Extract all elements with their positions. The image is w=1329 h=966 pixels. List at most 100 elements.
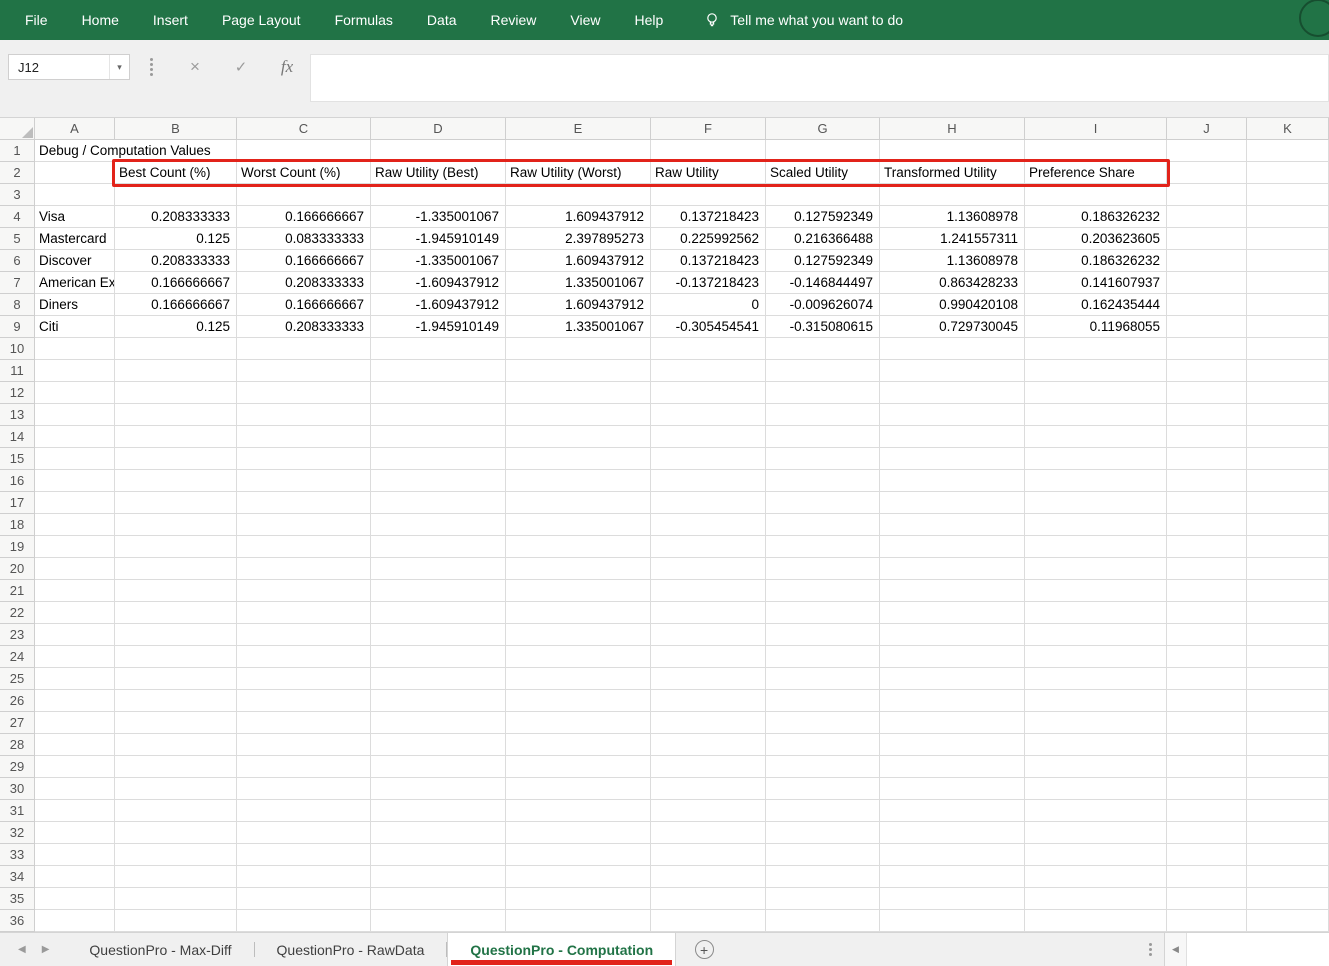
cell-E32[interactable] [506, 822, 651, 844]
cell-I26[interactable] [1025, 690, 1167, 712]
cell-A22[interactable] [35, 602, 115, 624]
cell-J10[interactable] [1167, 338, 1247, 360]
cell-K30[interactable] [1247, 778, 1329, 800]
cell-G26[interactable] [766, 690, 880, 712]
cell-B16[interactable] [115, 470, 237, 492]
cell-C8[interactable]: 0.166666667 [237, 294, 371, 316]
cell-D10[interactable] [371, 338, 506, 360]
cell-B27[interactable] [115, 712, 237, 734]
cell-G32[interactable] [766, 822, 880, 844]
cell-H14[interactable] [880, 426, 1025, 448]
cell-F8[interactable]: 0 [651, 294, 766, 316]
cell-C26[interactable] [237, 690, 371, 712]
cell-D27[interactable] [371, 712, 506, 734]
cell-F13[interactable] [651, 404, 766, 426]
cell-K18[interactable] [1247, 514, 1329, 536]
cell-G11[interactable] [766, 360, 880, 382]
cell-K5[interactable] [1247, 228, 1329, 250]
cell-I5[interactable]: 0.203623605 [1025, 228, 1167, 250]
cell-K20[interactable] [1247, 558, 1329, 580]
cell-I3[interactable] [1025, 184, 1167, 206]
cell-D31[interactable] [371, 800, 506, 822]
cell-G28[interactable] [766, 734, 880, 756]
cell-K31[interactable] [1247, 800, 1329, 822]
cell-H1[interactable] [880, 140, 1025, 162]
cell-A32[interactable] [35, 822, 115, 844]
cell-G9[interactable]: -0.315080615 [766, 316, 880, 338]
cell-E27[interactable] [506, 712, 651, 734]
cell-J31[interactable] [1167, 800, 1247, 822]
cell-G10[interactable] [766, 338, 880, 360]
cell-H3[interactable] [880, 184, 1025, 206]
cell-C33[interactable] [237, 844, 371, 866]
cell-B7[interactable]: 0.166666667 [115, 272, 237, 294]
cell-F27[interactable] [651, 712, 766, 734]
row-header-23[interactable]: 23 [0, 624, 35, 646]
cell-E2[interactable]: Raw Utility (Worst) [506, 162, 651, 184]
cell-K1[interactable] [1247, 140, 1329, 162]
cell-H32[interactable] [880, 822, 1025, 844]
column-header-F[interactable]: F [651, 118, 766, 140]
tab-scroll-right-icon[interactable]: ▶ [42, 944, 50, 955]
cell-D7[interactable]: -1.609437912 [371, 272, 506, 294]
cell-B17[interactable] [115, 492, 237, 514]
cell-E1[interactable] [506, 140, 651, 162]
cell-J22[interactable] [1167, 602, 1247, 624]
cell-K17[interactable] [1247, 492, 1329, 514]
cell-H10[interactable] [880, 338, 1025, 360]
cell-B34[interactable] [115, 866, 237, 888]
cell-I19[interactable] [1025, 536, 1167, 558]
cell-I29[interactable] [1025, 756, 1167, 778]
cell-I7[interactable]: 0.141607937 [1025, 272, 1167, 294]
row-header-31[interactable]: 31 [0, 800, 35, 822]
cell-E25[interactable] [506, 668, 651, 690]
cell-F33[interactable] [651, 844, 766, 866]
cell-D33[interactable] [371, 844, 506, 866]
cell-F3[interactable] [651, 184, 766, 206]
cell-C14[interactable] [237, 426, 371, 448]
cell-C35[interactable] [237, 888, 371, 910]
cell-D8[interactable]: -1.609437912 [371, 294, 506, 316]
cell-B4[interactable]: 0.208333333 [115, 206, 237, 228]
cell-I25[interactable] [1025, 668, 1167, 690]
cell-I28[interactable] [1025, 734, 1167, 756]
column-header-J[interactable]: J [1167, 118, 1247, 140]
menu-data[interactable]: Data [410, 0, 474, 40]
cell-K15[interactable] [1247, 448, 1329, 470]
cell-G14[interactable] [766, 426, 880, 448]
cell-K14[interactable] [1247, 426, 1329, 448]
cell-I27[interactable] [1025, 712, 1167, 734]
cell-D22[interactable] [371, 602, 506, 624]
cell-C2[interactable]: Worst Count (%) [237, 162, 371, 184]
cell-C22[interactable] [237, 602, 371, 624]
cell-B9[interactable]: 0.125 [115, 316, 237, 338]
cell-C32[interactable] [237, 822, 371, 844]
cell-I10[interactable] [1025, 338, 1167, 360]
cell-H15[interactable] [880, 448, 1025, 470]
row-header-36[interactable]: 36 [0, 910, 35, 932]
cell-F23[interactable] [651, 624, 766, 646]
column-header-B[interactable]: B [115, 118, 237, 140]
cell-J8[interactable] [1167, 294, 1247, 316]
cell-E8[interactable]: 1.609437912 [506, 294, 651, 316]
name-box[interactable]: J12 ▾ [8, 54, 130, 80]
cell-E7[interactable]: 1.335001067 [506, 272, 651, 294]
cell-J36[interactable] [1167, 910, 1247, 932]
cell-I15[interactable] [1025, 448, 1167, 470]
cell-D6[interactable]: -1.335001067 [371, 250, 506, 272]
cell-H21[interactable] [880, 580, 1025, 602]
cell-B13[interactable] [115, 404, 237, 426]
row-header-26[interactable]: 26 [0, 690, 35, 712]
cell-G30[interactable] [766, 778, 880, 800]
cell-E22[interactable] [506, 602, 651, 624]
cell-B33[interactable] [115, 844, 237, 866]
tell-me-box[interactable]: Tell me what you want to do [704, 12, 903, 28]
column-header-E[interactable]: E [506, 118, 651, 140]
cell-K24[interactable] [1247, 646, 1329, 668]
cell-I12[interactable] [1025, 382, 1167, 404]
cell-J29[interactable] [1167, 756, 1247, 778]
cell-I18[interactable] [1025, 514, 1167, 536]
cell-B6[interactable]: 0.208333333 [115, 250, 237, 272]
cell-K11[interactable] [1247, 360, 1329, 382]
row-header-3[interactable]: 3 [0, 184, 35, 206]
